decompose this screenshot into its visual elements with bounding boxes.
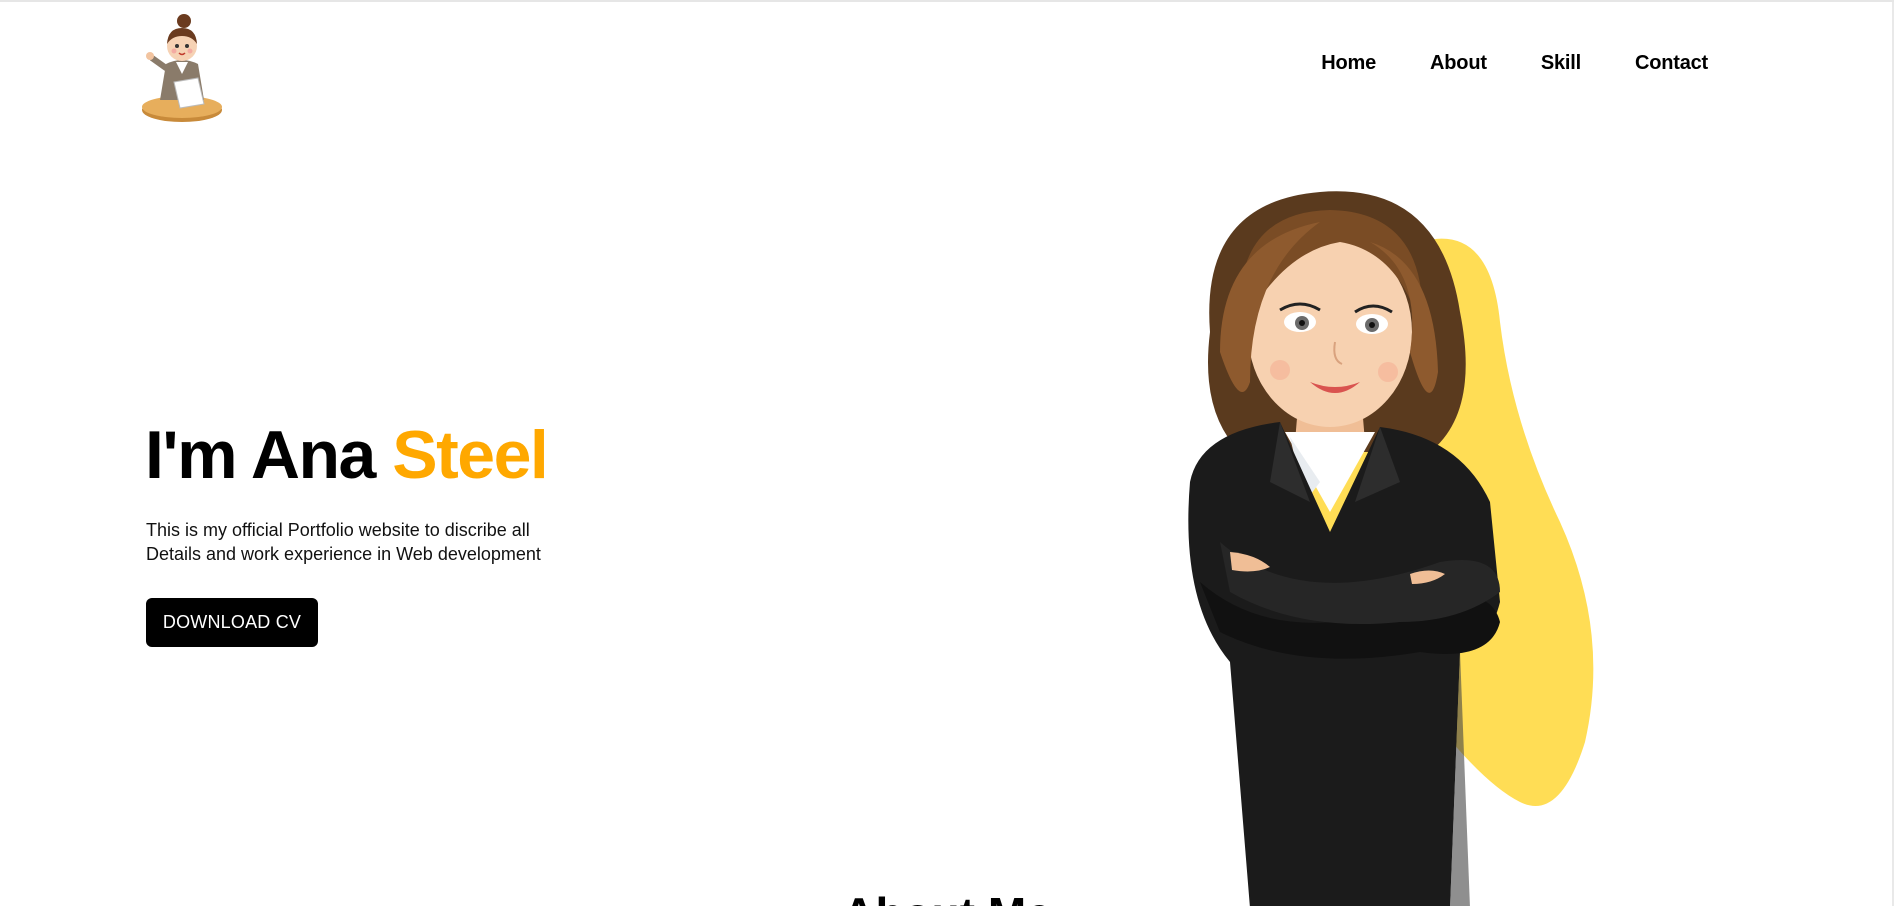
nav-home-link[interactable]: Home	[1321, 52, 1376, 75]
logo-icon[interactable]	[138, 12, 226, 124]
nav-contact-link[interactable]: Contact	[1635, 52, 1708, 75]
hero-description: This is my official Portfolio website to…	[146, 520, 541, 564]
businesswoman-illustration-icon	[1188, 191, 1594, 906]
hero-title: I'm Ana Steel	[145, 410, 549, 500]
hero-title-accent: Steel	[392, 417, 549, 493]
nav-skill-link[interactable]: Skill	[1541, 52, 1581, 75]
nav-about-link[interactable]: About	[1430, 52, 1487, 75]
main-nav: Home About Skill Contact	[1321, 52, 1708, 75]
hero-title-prefix: I'm Ana	[145, 417, 393, 493]
about-section-title: About Me	[0, 884, 1894, 906]
download-cv-button[interactable]: DOWNLOAD CV	[146, 598, 318, 647]
portfolio-page: Home About Skill Contact I'm Ana Steel T…	[0, 0, 1894, 906]
